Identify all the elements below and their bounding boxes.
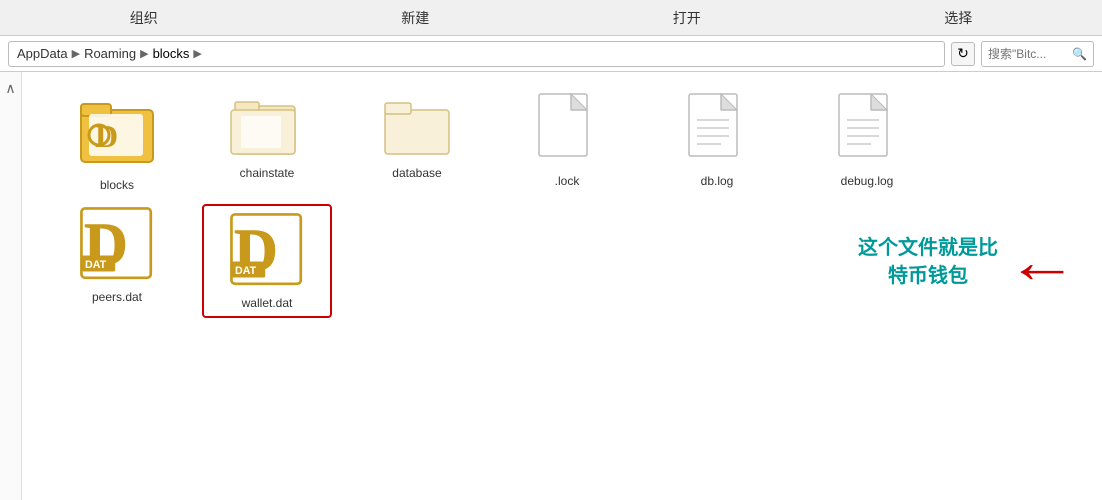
svg-text:DAT: DAT [235, 265, 257, 277]
lock-label: .lock [551, 172, 584, 190]
path-appdata: AppData [17, 46, 68, 61]
refresh-button[interactable]: ↻ [951, 42, 975, 66]
wallet-label: wallet.dat [238, 294, 297, 312]
address-path[interactable]: AppData ▶ Roaming ▶ blocks ▶ [8, 41, 945, 67]
wallet-dat-icon: D DAT [227, 210, 307, 290]
red-arrow-container: ← [1012, 232, 1072, 292]
sep2: ▶ [140, 47, 148, 60]
peers-label: peers.dat [88, 288, 146, 306]
annotation-text: 这个文件就是比特币钱包 [858, 234, 998, 290]
svg-text:DAT: DAT [85, 259, 107, 271]
sep1: ▶ [72, 47, 80, 60]
file-item-blocks[interactable]: D blocks [52, 92, 182, 194]
file-item-dblog[interactable]: db.log [652, 92, 782, 194]
debuglog-doc-icon [835, 92, 899, 168]
path-roaming: Roaming [84, 46, 136, 61]
search-box: 🔍 [981, 41, 1094, 67]
peers-dat-icon: D DAT [77, 204, 157, 284]
sep3: ▶ [193, 47, 201, 60]
toolbar-select[interactable]: 选择 [924, 4, 992, 32]
database-label: database [388, 164, 445, 182]
debuglog-label: debug.log [837, 172, 898, 190]
file-grid: D blocks chainstate [22, 72, 1102, 500]
annotation: 这个文件就是比特币钱包 ← [858, 232, 1072, 292]
chainstate-folder-icon [227, 92, 307, 160]
database-folder-icon [377, 92, 457, 160]
file-item-wallet[interactable]: D DAT wallet.dat [202, 204, 332, 318]
nav-up-arrow[interactable]: ∧ [5, 80, 15, 97]
file-item-lock[interactable]: .lock [502, 92, 632, 194]
toolbar-organize[interactable]: 组织 [110, 4, 178, 32]
address-bar: AppData ▶ Roaming ▶ blocks ▶ ↻ 🔍 [0, 36, 1102, 72]
file-item-chainstate[interactable]: chainstate [202, 92, 332, 194]
main-area: ∧ D blocks [0, 72, 1102, 500]
blocks-label: blocks [96, 176, 138, 194]
lock-doc-icon [535, 92, 599, 168]
chainstate-label: chainstate [236, 164, 299, 182]
search-input[interactable] [988, 47, 1068, 61]
file-item-peers[interactable]: D DAT peers.dat [52, 204, 182, 318]
red-arrow-icon: ← [1006, 232, 1078, 292]
svg-text:D: D [95, 118, 118, 154]
file-item-debuglog[interactable]: debug.log [802, 92, 932, 194]
search-icon[interactable]: 🔍 [1072, 47, 1087, 61]
file-item-database[interactable]: database [352, 92, 482, 194]
dblog-doc-icon [685, 92, 749, 168]
toolbar: 组织 新建 打开 选择 [0, 0, 1102, 36]
blocks-folder-icon: D [77, 92, 157, 172]
address-controls: ↻ 🔍 [951, 41, 1094, 67]
toolbar-new[interactable]: 新建 [381, 4, 449, 32]
dblog-label: db.log [697, 172, 738, 190]
left-nav: ∧ [0, 72, 22, 500]
path-bitcoin: blocks [153, 46, 190, 61]
toolbar-open[interactable]: 打开 [653, 4, 721, 32]
